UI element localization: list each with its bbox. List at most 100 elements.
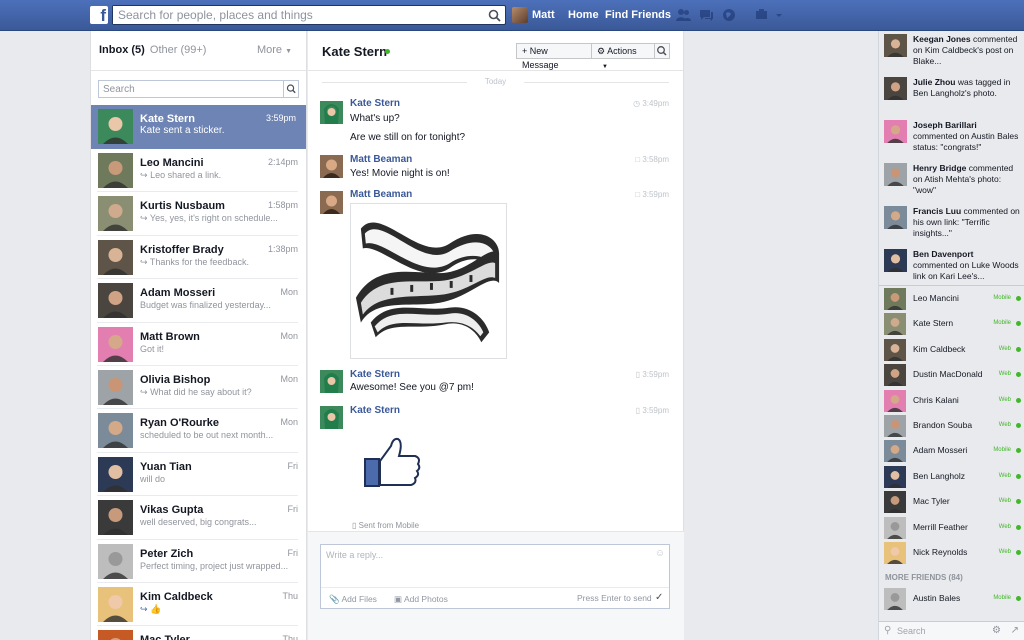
avatar bbox=[884, 440, 906, 463]
ticker-actor[interactable]: Ben Davenport bbox=[913, 249, 973, 259]
film-reel-image[interactable] bbox=[350, 203, 507, 359]
find-friends-link[interactable]: Find Friends bbox=[605, 9, 671, 21]
inbox-search[interactable] bbox=[98, 80, 299, 98]
avatar bbox=[884, 120, 907, 143]
thread-item[interactable]: Vikas Gupta Fri well deserved, big congr… bbox=[97, 496, 298, 540]
top-bar: f Matt Home Find Friends bbox=[0, 0, 1024, 31]
search-icon[interactable] bbox=[488, 9, 501, 22]
chat-friend[interactable]: Chris Kalani Web bbox=[879, 388, 1024, 413]
chat-friend[interactable]: Ben Langholz Web bbox=[879, 464, 1024, 489]
thread-name: Peter Zich bbox=[140, 547, 194, 560]
message-text: Awesome! See you @7 pm! bbox=[350, 382, 474, 393]
ticker-actor[interactable]: Henry Bridge bbox=[913, 163, 966, 173]
chat-friend[interactable]: Nick Reynolds Web bbox=[879, 540, 1024, 565]
chat-friend[interactable]: Mac Tyler Web bbox=[879, 489, 1024, 514]
avatar[interactable] bbox=[320, 191, 343, 214]
thread-item[interactable]: Kristoffer Brady 1:38pm ↪ Thanks for the… bbox=[97, 236, 298, 280]
actions-button[interactable]: ⚙ Actions ▼ bbox=[591, 43, 655, 70]
avatar[interactable] bbox=[320, 155, 343, 178]
ticker-item[interactable]: Henry Bridge commented on Atish Mehta's … bbox=[879, 160, 1024, 203]
press-enter-checkbox[interactable]: ✓ bbox=[655, 592, 663, 603]
avatar bbox=[98, 369, 133, 405]
inbox-title[interactable]: Inbox (5) bbox=[99, 44, 145, 56]
chat-friend[interactable]: Dustin MacDonald Web bbox=[879, 362, 1024, 387]
user-avatar[interactable] bbox=[512, 7, 528, 23]
ticker-item[interactable]: Keegan Jones commented on Kim Caldbeck's… bbox=[879, 31, 1024, 74]
ticker-item[interactable]: Joseph Barillari commented on Austin Bal… bbox=[879, 117, 1024, 160]
thread-item[interactable]: Leo Mancini 2:14pm ↪ Leo shared a link. bbox=[97, 149, 298, 193]
thread-item[interactable]: Adam Mosseri Mon Budget was finalized ye… bbox=[97, 279, 298, 323]
message-sender[interactable]: Kate Stern bbox=[350, 98, 400, 109]
avatar[interactable] bbox=[320, 406, 343, 429]
profile-link[interactable]: Matt bbox=[532, 9, 555, 21]
popout-icon[interactable]: ↗ bbox=[1011, 625, 1019, 636]
chat-friend[interactable]: Kate Stern Mobile bbox=[879, 311, 1024, 336]
reply-box[interactable]: ☺ 📎 Add Files ▣ Add Photos Press Enter t… bbox=[320, 544, 670, 609]
ticker-item[interactable]: Julie Zhou was tagged in Ben Langholz's … bbox=[879, 74, 1024, 117]
thread-name: Yuan Tian bbox=[140, 460, 192, 473]
date-divider-label: Today bbox=[484, 77, 507, 86]
chat-search[interactable]: ⚲ ⚙ ↗ bbox=[879, 621, 1024, 640]
messages-icon[interactable] bbox=[699, 8, 714, 22]
emoji-icon[interactable]: ☺ bbox=[655, 548, 665, 559]
thread-preview: well deserved, big congrats... bbox=[140, 517, 257, 528]
more-menu[interactable]: More ▼ bbox=[257, 44, 292, 56]
thread-item[interactable]: Ryan O'Rourke Mon scheduled to be out ne… bbox=[97, 409, 298, 453]
online-indicator bbox=[1016, 499, 1021, 505]
friend-requests-icon[interactable] bbox=[676, 8, 691, 22]
gear-icon: ⚙ bbox=[597, 46, 606, 56]
chat-friend[interactable]: Adam Mosseri Mobile bbox=[879, 438, 1024, 463]
global-search-input[interactable] bbox=[113, 6, 483, 24]
chat-friend[interactable]: Kim Caldbeck Web bbox=[879, 337, 1024, 362]
thread-item[interactable]: Kurtis Nusbaum 1:58pm ↪ Yes, yes, it's r… bbox=[97, 192, 298, 236]
chat-friend[interactable]: Leo Mancini Mobile bbox=[879, 286, 1024, 311]
thread-time: Fri bbox=[287, 460, 299, 471]
message-sender[interactable]: Kate Stern bbox=[350, 405, 400, 416]
ticker-actor[interactable]: Francis Luu bbox=[913, 206, 961, 216]
thumbs-up-icon[interactable] bbox=[363, 436, 423, 491]
account-menu-chevron-icon[interactable] bbox=[775, 8, 783, 22]
thread-item[interactable]: Matt Brown Mon Got it! bbox=[97, 323, 298, 366]
thread-item[interactable]: Peter Zich Fri Perfect timing, project j… bbox=[97, 540, 298, 583]
avatar[interactable] bbox=[320, 370, 343, 393]
other-folder-link[interactable]: Other (99+) bbox=[150, 44, 207, 56]
message-sender[interactable]: Matt Beaman bbox=[350, 154, 412, 165]
reply-input[interactable] bbox=[321, 545, 651, 581]
new-message-button[interactable]: + New Message bbox=[516, 43, 592, 70]
chat-friend[interactable]: Merrill Feather Web bbox=[879, 515, 1024, 540]
chat-friend[interactable]: Austin Bales Mobile bbox=[879, 586, 1024, 611]
friend-name: Dustin MacDonald bbox=[913, 369, 983, 380]
ticker: Keegan Jones commented on Kim Caldbeck's… bbox=[879, 31, 1024, 286]
ticker-actor[interactable]: Julie Zhou bbox=[913, 77, 956, 87]
avatar[interactable] bbox=[320, 101, 343, 124]
privacy-shortcuts-icon[interactable] bbox=[755, 8, 768, 22]
chat-friend[interactable]: Brandon Souba Web bbox=[879, 413, 1024, 438]
add-photos-button[interactable]: ▣ Add Photos bbox=[394, 594, 448, 605]
home-link[interactable]: Home bbox=[568, 9, 599, 21]
ticker-actor[interactable]: Keegan Jones bbox=[913, 34, 971, 44]
thread-name: Matt Brown bbox=[140, 330, 200, 343]
global-search[interactable] bbox=[112, 5, 506, 25]
ticker-actor[interactable]: Joseph Barillari bbox=[913, 120, 977, 130]
ticker-item[interactable]: Francis Luu commented on his own link: "… bbox=[879, 203, 1024, 246]
ticker-text: commented on Austin Bales status: "congr… bbox=[913, 131, 1019, 152]
thread-item[interactable]: Yuan Tian Fri will do bbox=[97, 453, 299, 497]
notifications-icon[interactable] bbox=[722, 8, 737, 22]
ticker-item[interactable]: Ben Davenport commented on Luke Woods li… bbox=[879, 246, 1024, 285]
thread-item[interactable]: Mac Tyler Thu bbox=[97, 626, 298, 640]
search-conversation-button[interactable] bbox=[654, 43, 670, 59]
chat-search-input[interactable] bbox=[879, 622, 969, 640]
conversation-title[interactable]: Kate Stern bbox=[322, 44, 387, 59]
thread-item[interactable]: Olivia Bishop Mon ↪ What did he say abou… bbox=[97, 366, 298, 410]
search-icon[interactable] bbox=[283, 81, 298, 97]
gear-icon[interactable]: ⚙ bbox=[992, 625, 1001, 636]
facebook-logo[interactable]: f bbox=[90, 6, 108, 24]
add-files-button[interactable]: 📎 Add Files bbox=[329, 594, 377, 605]
press-enter-label: Press Enter to send bbox=[577, 593, 652, 603]
chevron-down-icon: ▼ bbox=[602, 64, 608, 70]
thread-item[interactable]: Kim Caldbeck Thu ↪ 👍 bbox=[97, 583, 298, 627]
thread-item[interactable]: Kate Stern 3:59pm Kate sent a sticker. bbox=[91, 105, 306, 149]
message-sender[interactable]: Matt Beaman bbox=[350, 189, 412, 200]
message-sender[interactable]: Kate Stern bbox=[350, 369, 400, 380]
inbox-search-input[interactable] bbox=[99, 81, 279, 97]
